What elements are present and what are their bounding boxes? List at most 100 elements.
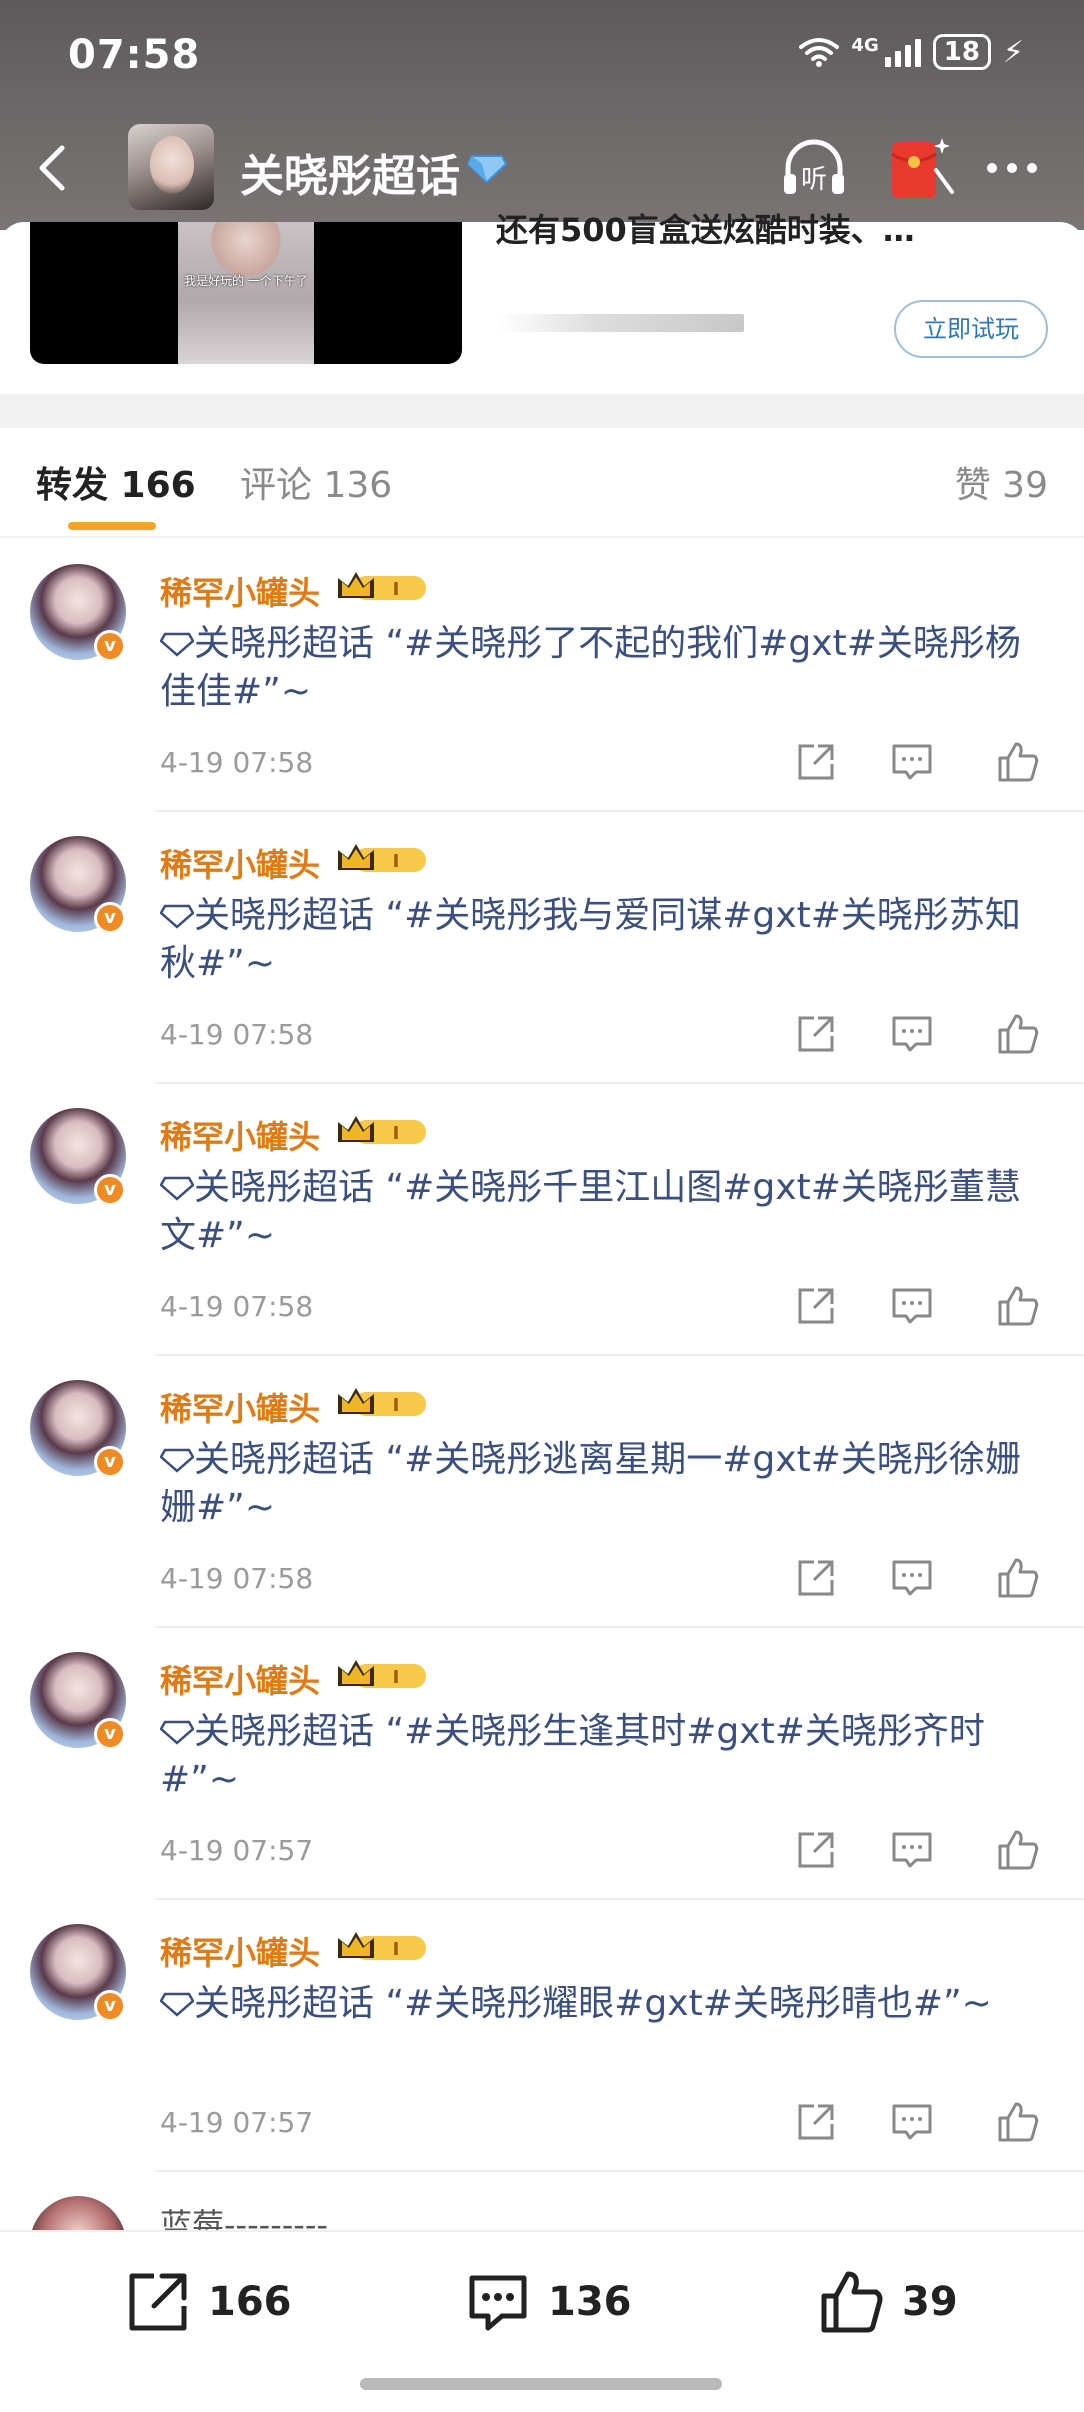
post-text-content: 关晓彤超话 “#关晓彤生逢其时#gxt#关晓彤齐时#”~ — [160, 1711, 985, 1800]
post-text-content: 关晓彤超话 “#关晓彤逃离星期一#gxt#关晓彤徐姗姗#”~ — [160, 1439, 1021, 1528]
diamond-icon — [160, 904, 194, 929]
share-icon[interactable] — [794, 2100, 838, 2144]
post-text[interactable]: 关晓彤超话 “#关晓彤耀眼#gxt#关晓彤晴也#”~ — [160, 1980, 1040, 2028]
post-text-content: 关晓彤超话 “#关晓彤千里江山图#gxt#关晓彤董慧文#”~ — [160, 1167, 1021, 1256]
post-time: 4-19 07:57 — [160, 1834, 314, 1867]
verified-icon: v — [94, 1174, 126, 1206]
back-icon[interactable] — [26, 138, 86, 198]
repost-count: 166 — [208, 2279, 292, 2325]
list-item[interactable]: v 稀罕小罐头 I 关晓彤超话 “#关晓彤我与爱同谋#gxt#关晓彤苏知秋#”~… — [0, 812, 1084, 1084]
list-item[interactable]: v 稀罕小罐头 I 关晓彤超话 “#关晓彤千里江山图#gxt#关晓彤董慧文#”~… — [0, 1084, 1084, 1356]
comment-button[interactable]: 136 — [464, 2268, 632, 2336]
promo-video-thumbnail[interactable]: 我是好玩的 一个下午了 — [30, 222, 462, 364]
try-now-button[interactable]: 立即试玩 — [894, 300, 1048, 358]
nav-bar: 关晓彤超话 听 — [0, 120, 1084, 220]
supertopic-avatar[interactable] — [128, 124, 214, 210]
like-button[interactable]: 39 — [818, 2268, 958, 2336]
repost-list: v 稀罕小罐头 I 关晓彤超话 “#关晓彤了不起的我们#gxt#关晓彤杨佳佳#”… — [0, 540, 1084, 2230]
post-text[interactable]: 关晓彤超话 “#关晓彤我与爱同谋#gxt#关晓彤苏知秋#”~ — [160, 892, 1040, 988]
status-bar: 07:58 4G 18 ⚡ — [0, 0, 1084, 110]
comment-icon[interactable] — [890, 1828, 934, 1872]
verified-icon: v — [94, 902, 126, 934]
share-icon[interactable] — [794, 740, 838, 784]
post-time: 4-19 07:57 — [160, 2106, 314, 2139]
repost-icon — [129, 2273, 187, 2331]
list-item[interactable]: 蓝莓--------- — [0, 2172, 1084, 2230]
post-text-content: 关晓彤超话 “#关晓彤耀眼#gxt#关晓彤晴也#”~ — [194, 1983, 992, 2024]
user-name[interactable]: 稀罕小罐头 — [160, 1656, 320, 1702]
avatar[interactable] — [30, 2196, 126, 2230]
diamond-icon — [160, 1720, 194, 1745]
network-label: 4G — [851, 34, 879, 56]
diamond-icon — [160, 1992, 194, 2017]
list-item[interactable]: v 稀罕小罐头 I 关晓彤超话 “#关晓彤了不起的我们#gxt#关晓彤杨佳佳#”… — [0, 540, 1084, 812]
post-time: 4-19 07:58 — [160, 1018, 314, 1051]
svg-text:I: I — [393, 579, 400, 600]
like-icon[interactable] — [996, 740, 1040, 784]
tab-reposts[interactable]: 转发 166 — [36, 456, 196, 508]
user-name[interactable]: 稀罕小罐头 — [160, 1384, 320, 1430]
post-text[interactable]: 关晓彤超话 “#关晓彤逃离星期一#gxt#关晓彤徐姗姗#”~ — [160, 1436, 1040, 1532]
interaction-tabs: 转发 166 评论 136 赞 39 — [0, 428, 1084, 538]
share-icon[interactable] — [794, 1556, 838, 1600]
listen-icon[interactable]: 听 — [778, 132, 850, 204]
user-name[interactable]: 稀罕小罐头 — [160, 568, 320, 614]
post-text-content: 关晓彤超话 “#关晓彤了不起的我们#gxt#关晓彤杨佳佳#”~ — [160, 623, 1021, 712]
tab-likes[interactable]: 赞 39 — [955, 456, 1048, 508]
signal-icon — [884, 37, 921, 67]
member-crown-icon: I — [338, 572, 426, 600]
comment-icon[interactable] — [890, 2100, 934, 2144]
user-name[interactable]: 稀罕小罐头 — [160, 1928, 320, 1974]
post-text-content: 关晓彤超话 “#关晓彤我与爱同谋#gxt#关晓彤苏知秋#”~ — [160, 895, 1021, 984]
promo-progress-bar — [498, 314, 744, 332]
thumbs-up-icon — [821, 2271, 883, 2333]
member-crown-icon: I — [338, 844, 426, 872]
user-name[interactable]: 稀罕小罐头 — [160, 840, 320, 886]
list-item[interactable]: v 稀罕小罐头 I 关晓彤超话 “#关晓彤耀眼#gxt#关晓彤晴也#”~ 4-1… — [0, 1900, 1084, 2172]
bottom-action-bar: 166 136 39 — [0, 2230, 1084, 2412]
comment-icon[interactable] — [890, 1556, 934, 1600]
user-name[interactable]: 稀罕小罐头 — [160, 1112, 320, 1158]
post-text[interactable]: 关晓彤超话 “#关晓彤千里江山图#gxt#关晓彤董慧文#”~ — [160, 1164, 1040, 1260]
verified-icon: v — [94, 1446, 126, 1478]
diamond-badge-icon — [466, 155, 508, 184]
home-indicator[interactable] — [360, 2378, 722, 2390]
diamond-icon — [160, 1448, 194, 1473]
list-item[interactable]: v 稀罕小罐头 I 关晓彤超话 “#关晓彤逃离星期一#gxt#关晓彤徐姗姗#”~… — [0, 1356, 1084, 1628]
battery-level: 18 — [943, 37, 980, 67]
comment-icon[interactable] — [890, 740, 934, 784]
status-time: 07:58 — [68, 32, 201, 78]
share-icon[interactable] — [794, 1828, 838, 1872]
tab-comments[interactable]: 评论 136 — [240, 456, 392, 508]
member-crown-icon: I — [338, 1932, 426, 1960]
more-icon[interactable] — [982, 158, 1042, 178]
svg-text:I: I — [393, 1667, 400, 1688]
like-icon[interactable] — [996, 1556, 1040, 1600]
wifi-icon — [799, 38, 840, 67]
user-name[interactable]: 蓝莓--------- — [160, 2200, 328, 2230]
verified-icon: v — [94, 1990, 126, 2022]
like-icon[interactable] — [996, 2100, 1040, 2144]
like-count: 39 — [902, 2279, 958, 2325]
comment-icon[interactable] — [890, 1012, 934, 1056]
like-icon[interactable] — [996, 1828, 1040, 1872]
post-time: 4-19 07:58 — [160, 1562, 314, 1595]
post-text[interactable]: 关晓彤超话 “#关晓彤了不起的我们#gxt#关晓彤杨佳佳#”~ — [160, 620, 1040, 716]
svg-text:I: I — [393, 1939, 400, 1960]
share-icon[interactable] — [794, 1284, 838, 1328]
member-crown-icon: I — [338, 1660, 426, 1688]
red-packet-icon[interactable] — [886, 130, 956, 206]
promo-card[interactable]: 我是好玩的 一个下午了 还有500盲盒送炫酷时装、… 立即试玩 — [0, 211, 1084, 394]
like-icon[interactable] — [996, 1284, 1040, 1328]
list-item[interactable]: v 稀罕小罐头 I 关晓彤超话 “#关晓彤生逢其时#gxt#关晓彤齐时#”~ 4… — [0, 1628, 1084, 1900]
diamond-icon — [160, 1176, 194, 1201]
comment-bubble-icon — [469, 2275, 527, 2331]
active-tab-indicator — [68, 522, 156, 530]
post-text[interactable]: 关晓彤超话 “#关晓彤生逢其时#gxt#关晓彤齐时#”~ — [160, 1708, 1040, 1804]
comment-icon[interactable] — [890, 1284, 934, 1328]
diamond-icon — [160, 632, 194, 657]
share-icon[interactable] — [794, 1012, 838, 1056]
svg-text:I: I — [393, 851, 400, 872]
like-icon[interactable] — [996, 1012, 1040, 1056]
repost-button[interactable]: 166 — [124, 2268, 292, 2336]
